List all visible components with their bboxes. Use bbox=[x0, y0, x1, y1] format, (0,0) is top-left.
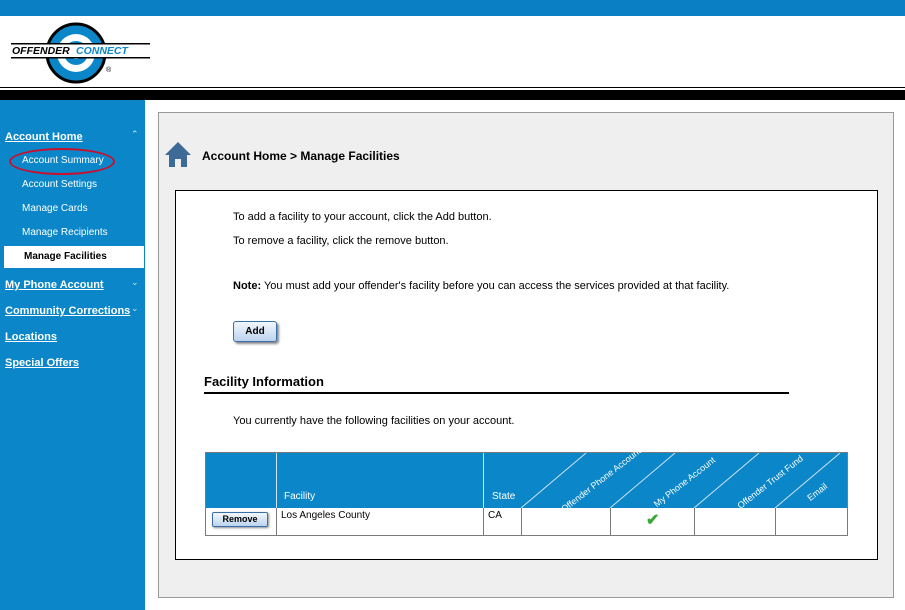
instruction-remove: To remove a facility, click the remove b… bbox=[233, 235, 449, 247]
header-rule bbox=[0, 87, 905, 88]
check-icon: ✔ bbox=[646, 512, 660, 529]
chevron-down-icon[interactable]: ⌄ bbox=[131, 277, 139, 288]
remove-button[interactable]: Remove bbox=[212, 512, 268, 527]
top-bar bbox=[0, 0, 905, 16]
nav-community-corrections[interactable]: Community Corrections bbox=[5, 305, 130, 317]
svg-text:CONNECT: CONNECT bbox=[76, 45, 130, 57]
header: OFFENDER CONNECT ® bbox=[0, 16, 905, 88]
svg-text:OFFENDER: OFFENDER bbox=[12, 45, 70, 57]
note-body: You must add your offender's facility be… bbox=[261, 280, 730, 292]
sidebar: Account Home ⌃ Account Summary Account S… bbox=[0, 100, 145, 610]
chevron-up-icon[interactable]: ⌃ bbox=[131, 129, 139, 140]
offenderconnect-logo[interactable]: OFFENDER CONNECT ® bbox=[8, 22, 153, 84]
cell-state: CA bbox=[488, 510, 502, 521]
nav-locations[interactable]: Locations bbox=[5, 331, 57, 343]
section-description: You currently have the following facilit… bbox=[233, 415, 515, 427]
facilities-table: Facility State Offender Phone Account My… bbox=[205, 446, 848, 536]
section-divider bbox=[204, 392, 789, 394]
breadcrumb: Account Home > Manage Facilities bbox=[202, 149, 400, 163]
nav-special-offers[interactable]: Special Offers bbox=[5, 357, 79, 369]
add-button[interactable]: Add bbox=[233, 321, 277, 342]
nav-my-phone-account[interactable]: My Phone Account bbox=[5, 279, 104, 291]
header-band bbox=[0, 90, 905, 100]
svg-text:®: ® bbox=[106, 66, 112, 74]
instruction-add: To add a facility to your account, click… bbox=[233, 211, 492, 223]
nav-manage-facilities[interactable]: Manage Facilities bbox=[4, 246, 144, 268]
nav-account-home[interactable]: Account Home bbox=[5, 131, 83, 143]
section-title: Facility Information bbox=[204, 374, 324, 389]
note-text: Note: You must add your offender's facil… bbox=[233, 280, 729, 292]
facilities-box: To add a facility to your account, click… bbox=[175, 190, 878, 560]
content-panel: Account Home > Manage Facilities To add … bbox=[158, 112, 894, 598]
note-label: Note: bbox=[233, 280, 262, 292]
nav-account-summary[interactable]: Account Summary bbox=[22, 155, 104, 166]
nav-manage-facilities-label: Manage Facilities bbox=[24, 251, 107, 262]
chevron-down-icon[interactable]: ⌄ bbox=[131, 303, 139, 314]
nav-account-settings[interactable]: Account Settings bbox=[22, 179, 97, 190]
nav-manage-recipients[interactable]: Manage Recipients bbox=[22, 227, 108, 238]
nav-manage-cards[interactable]: Manage Cards bbox=[22, 203, 88, 214]
home-icon[interactable] bbox=[163, 139, 193, 169]
cell-facility: Los Angeles County bbox=[281, 510, 370, 521]
table-header: Facility State Offender Phone Account My… bbox=[206, 446, 847, 514]
